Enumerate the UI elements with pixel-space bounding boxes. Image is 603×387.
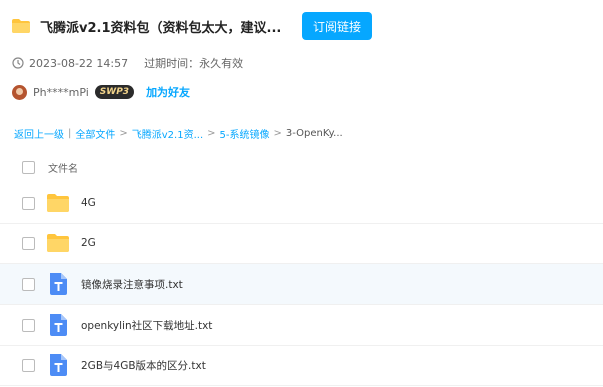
avatar[interactable] bbox=[12, 84, 27, 100]
folder-icon bbox=[12, 19, 30, 33]
select-all-checkbox[interactable] bbox=[22, 160, 35, 174]
subscribe-link-button[interactable]: 订阅链接 bbox=[302, 12, 372, 40]
add-friend-link[interactable]: 加为好友 bbox=[146, 84, 190, 100]
sharer-info: Ph****mPi SWP3 加为好友 bbox=[12, 84, 190, 100]
breadcrumb-separator: > bbox=[207, 128, 216, 139]
filename-column-header: 文件名 bbox=[48, 163, 78, 175]
table-row[interactable]: 2G bbox=[0, 223, 603, 264]
breadcrumb-back-link[interactable]: 返回上一级 bbox=[14, 126, 64, 141]
expire-time: 过期时间：永久有效 bbox=[144, 57, 244, 70]
row-checkbox[interactable] bbox=[22, 196, 35, 210]
breadcrumb-all-files[interactable]: 全部文件 bbox=[75, 126, 115, 141]
table-row[interactable]: 镜像烧录注意事项.txt bbox=[0, 264, 603, 305]
row-checkbox[interactable] bbox=[22, 277, 35, 291]
breadcrumb-current: 3-OpenKy... bbox=[285, 128, 343, 139]
folder-icon bbox=[47, 234, 69, 252]
table-row[interactable]: 2GB与4GB版本的区分.txt bbox=[0, 345, 603, 386]
breadcrumb-level2[interactable]: 5-系统镜像 bbox=[220, 126, 270, 141]
breadcrumb-separator: > bbox=[119, 128, 128, 139]
file-name[interactable]: openkylin社区下载地址.txt bbox=[81, 318, 212, 333]
breadcrumb-level1[interactable]: 飞腾派v2.1资... bbox=[132, 126, 203, 141]
txt-file-icon bbox=[50, 273, 67, 295]
share-header: 飞腾派v2.1资料包（资料包太大，建议... bbox=[12, 12, 280, 40]
clock-icon bbox=[12, 57, 24, 69]
vip-badge: SWP3 bbox=[94, 85, 135, 99]
share-meta: 2023-08-22 14:57 过期时间：永久有效 bbox=[12, 55, 243, 71]
file-name[interactable]: 2GB与4GB版本的区分.txt bbox=[81, 358, 206, 373]
breadcrumb: 返回上一级 | 全部文件 > 飞腾派v2.1资... > 5-系统镜像 > 3-… bbox=[14, 126, 343, 141]
row-checkbox[interactable] bbox=[22, 318, 35, 332]
row-checkbox[interactable] bbox=[22, 358, 35, 372]
txt-file-icon bbox=[50, 354, 67, 376]
breadcrumb-divider: | bbox=[68, 128, 72, 139]
folder-icon bbox=[47, 194, 69, 212]
share-title: 飞腾派v2.1资料包（资料包太大，建议... bbox=[40, 20, 280, 36]
table-row[interactable]: 4G bbox=[0, 183, 603, 224]
share-datetime: 2023-08-22 14:57 bbox=[29, 56, 129, 70]
sharer-name: Ph****mPi bbox=[33, 85, 89, 99]
file-name[interactable]: 2G bbox=[81, 237, 96, 249]
file-list-header: 文件名 bbox=[0, 151, 603, 183]
table-row[interactable]: openkylin社区下载地址.txt bbox=[0, 305, 603, 346]
txt-file-icon bbox=[50, 314, 67, 336]
file-name[interactable]: 4G bbox=[81, 197, 96, 209]
row-checkbox[interactable] bbox=[22, 236, 35, 250]
breadcrumb-separator: > bbox=[273, 128, 282, 139]
file-name[interactable]: 镜像烧录注意事项.txt bbox=[81, 277, 183, 292]
